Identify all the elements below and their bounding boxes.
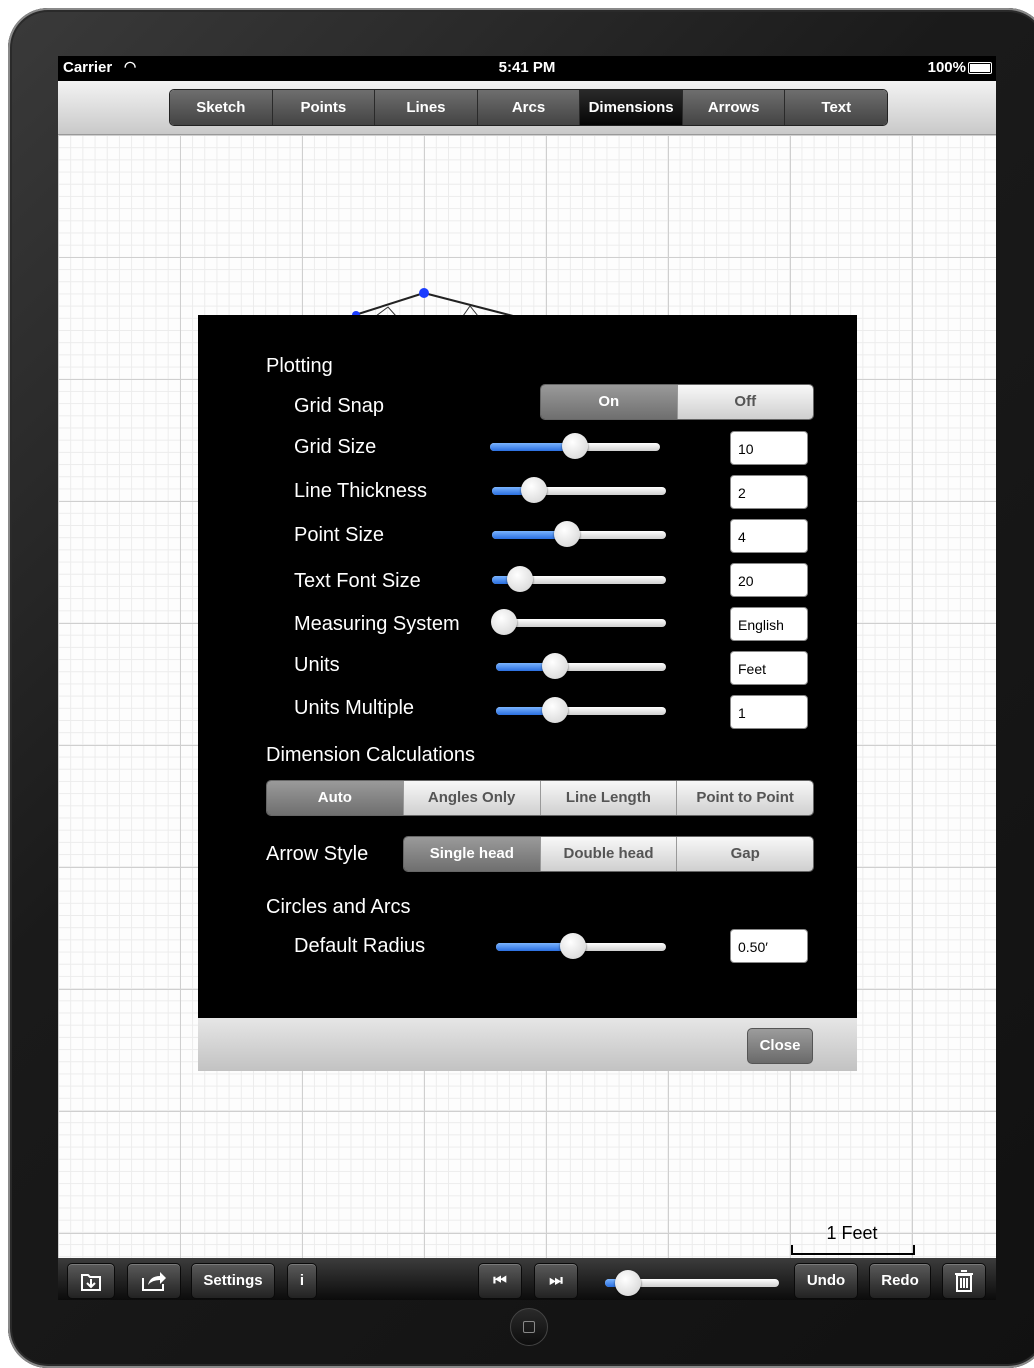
undo-button[interactable]: Undo	[794, 1263, 858, 1299]
folder-icon	[81, 1274, 101, 1291]
rewind-button[interactable]: ⏮	[478, 1263, 522, 1299]
dim-calc-angles-only[interactable]: Angles Only	[403, 781, 541, 815]
text-font-size-label: Text Font Size	[294, 570, 421, 592]
tab-sketch[interactable]: Sketch	[170, 90, 273, 125]
skip-forward-icon: ⏭	[549, 1272, 563, 1289]
slider-knob[interactable]	[554, 521, 580, 547]
grid-snap-label: Grid Snap	[294, 395, 385, 417]
slider-knob[interactable]	[560, 933, 586, 959]
scale-bar	[791, 1245, 915, 1255]
units-slider[interactable]	[496, 653, 666, 679]
trash-icon	[955, 1270, 973, 1292]
line-thickness-slider[interactable]	[492, 477, 666, 503]
point-size-slider[interactable]	[492, 521, 666, 547]
grid-size-slider[interactable]	[490, 433, 660, 459]
measuring-system-field[interactable]: English	[730, 607, 808, 641]
slider-knob[interactable]	[542, 697, 568, 723]
sketch-line	[423, 292, 514, 317]
line-thickness-field[interactable]: 2	[730, 475, 808, 509]
grid-size-label: Grid Size	[294, 436, 377, 458]
share-button[interactable]	[127, 1263, 181, 1299]
playback-slider[interactable]	[605, 1270, 779, 1296]
grid-size-field[interactable]: 10	[730, 431, 808, 465]
bottom-toolbar: Settings i ⏮ ⏭ Undo Redo	[58, 1258, 996, 1300]
scale-label: 1 Feet	[826, 1223, 878, 1243]
slider-knob[interactable]	[562, 433, 588, 459]
arrow-double-head[interactable]: Double head	[540, 837, 678, 871]
text-font-size-field[interactable]: 20	[730, 563, 808, 597]
units-label: Units	[294, 654, 340, 676]
grid-snap-toggle: On Off	[540, 384, 814, 420]
open-file-button[interactable]	[67, 1263, 115, 1299]
tab-text[interactable]: Text	[785, 90, 887, 125]
battery-percent: 100%	[927, 59, 966, 76]
mode-tabs: Sketch Points Lines Arcs Dimensions Arro…	[169, 89, 888, 126]
settings-button[interactable]: Settings	[191, 1263, 275, 1299]
screen: Carrier ◠ 5:41 PM 100% Sketch Points Lin…	[58, 56, 996, 1300]
dim-calc-auto[interactable]: Auto	[267, 781, 404, 815]
grid-snap-on[interactable]: On	[541, 385, 678, 419]
forward-button[interactable]: ⏭	[534, 1263, 578, 1299]
default-radius-slider[interactable]	[496, 933, 666, 959]
tab-arcs[interactable]: Arcs	[477, 90, 581, 125]
default-radius-label: Default Radius	[294, 935, 426, 957]
tab-dimensions[interactable]: Dimensions	[580, 90, 683, 125]
slider-knob[interactable]	[542, 653, 568, 679]
sketch-point[interactable]	[419, 288, 429, 298]
units-multiple-field[interactable]: 1	[730, 695, 808, 729]
home-button[interactable]	[510, 1308, 548, 1346]
units-multiple-slider[interactable]	[496, 697, 666, 723]
status-bar: Carrier ◠ 5:41 PM 100%	[58, 56, 996, 81]
units-field[interactable]: Feet	[730, 651, 808, 685]
line-thickness-label: Line Thickness	[294, 480, 428, 502]
text-font-size-slider[interactable]	[492, 566, 666, 592]
share-icon	[142, 1272, 166, 1291]
dim-calc-point-to-point[interactable]: Point to Point	[677, 781, 813, 815]
arrow-gap[interactable]: Gap	[677, 837, 813, 871]
trash-button[interactable]	[942, 1263, 986, 1299]
arrow-style-control: Single head Double head Gap	[403, 836, 814, 872]
redo-button[interactable]: Redo	[869, 1263, 931, 1299]
settings-panel: Plotting Grid Snap On Off Grid Size 10 L…	[198, 315, 857, 1018]
tab-arrows[interactable]: Arrows	[682, 90, 786, 125]
battery-icon	[968, 62, 992, 74]
tab-lines[interactable]: Lines	[375, 90, 478, 125]
arrow-style-label: Arrow Style	[266, 843, 369, 865]
clock: 5:41 PM	[498, 59, 556, 76]
close-button[interactable]: Close	[747, 1028, 813, 1064]
info-button[interactable]: i	[287, 1263, 317, 1299]
dim-calc-line-length[interactable]: Line Length	[540, 781, 678, 815]
measuring-system-label: Measuring System	[294, 613, 460, 635]
slider-knob[interactable]	[521, 477, 547, 503]
top-toolbar: Sketch Points Lines Arcs Dimensions Arro…	[58, 81, 996, 135]
arrow-single-head[interactable]: Single head	[404, 837, 541, 871]
dimension-calculations-title: Dimension Calculations	[266, 744, 475, 766]
sketch-line	[354, 292, 425, 316]
slider-knob[interactable]	[507, 566, 533, 592]
slider-knob[interactable]	[491, 609, 517, 635]
units-multiple-label: Units Multiple	[294, 697, 415, 719]
point-size-label: Point Size	[294, 524, 385, 546]
circles-arcs-title: Circles and Arcs	[266, 896, 411, 918]
tab-points[interactable]: Points	[272, 90, 376, 125]
slider-knob[interactable]	[615, 1270, 641, 1296]
default-radius-field[interactable]: 0.50′	[730, 929, 808, 963]
grid-snap-off[interactable]: Off	[677, 385, 813, 419]
point-size-field[interactable]: 4	[730, 519, 808, 553]
skip-back-icon: ⏮	[493, 1272, 507, 1289]
settings-panel-footer: Close	[198, 1018, 857, 1071]
scale-indicator: 1 Feet	[791, 1223, 915, 1255]
dimension-calc-control: Auto Angles Only Line Length Point to Po…	[266, 780, 814, 816]
plotting-title: Plotting	[266, 355, 333, 377]
sketch-lines	[352, 288, 514, 319]
measuring-system-slider[interactable]	[491, 609, 666, 635]
